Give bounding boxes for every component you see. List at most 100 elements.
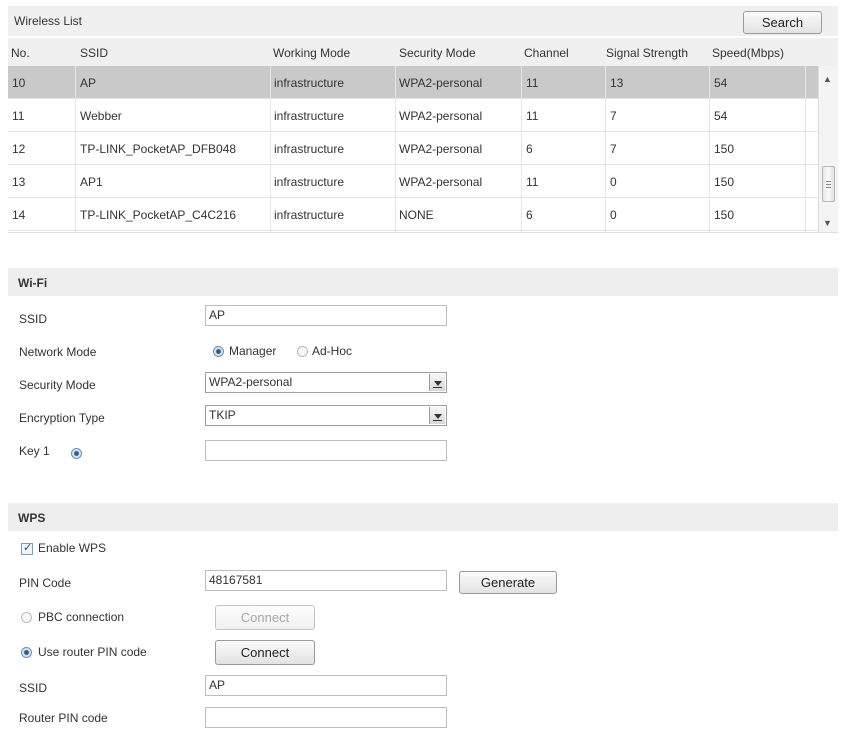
security-mode-value: WPA2-personal (209, 375, 293, 389)
ssid-label: SSID (19, 312, 48, 326)
column-header-working-mode[interactable]: Working Mode (273, 46, 350, 60)
cell-no: 13 (12, 175, 26, 189)
grip-line (826, 181, 831, 182)
cell-channel: 6 (526, 208, 533, 222)
security-mode-label: Security Mode (19, 378, 96, 392)
column-header-ssid[interactable]: SSID (80, 46, 108, 60)
manager-radio-label[interactable]: Manager (229, 344, 276, 358)
cell-ssid: AP (80, 76, 97, 90)
cell-security-mode: WPA2-personal (399, 76, 483, 90)
cell-channel: 11 (526, 109, 539, 123)
cell-security-mode: NONE (399, 208, 434, 222)
manager-radio[interactable] (213, 346, 224, 357)
cell-channel: 6 (526, 142, 533, 156)
adhoc-radio-label[interactable]: Ad-Hoc (312, 344, 352, 358)
cell-no: 10 (12, 76, 26, 90)
cell-working-mode: infrastructure (274, 208, 345, 222)
column-divider (75, 66, 76, 232)
router-pin-code-label: Router PIN code (19, 711, 108, 725)
cell-ssid: AP1 (80, 175, 103, 189)
table-row[interactable]: 10 AP infrastructure WPA2-personal 11 13… (8, 66, 821, 99)
table-row[interactable]: 13 AP1 infrastructure WPA2-personal 11 0… (8, 165, 821, 198)
cell-speed: 150 (714, 208, 735, 222)
column-divider (709, 66, 710, 232)
key1-label: Key 1 (19, 444, 50, 458)
ssid-input[interactable]: AP (205, 305, 447, 326)
column-header-speed[interactable]: Speed(Mbps) (712, 46, 784, 60)
cell-no: 12 (12, 142, 26, 156)
wifi-section-header: Wi-Fi (8, 268, 838, 296)
cell-channel: 11 (526, 175, 539, 189)
use-router-pin-label[interactable]: Use router PIN code (38, 645, 147, 659)
cell-ssid: TP-LINK_PocketAP_DFB048 (80, 142, 237, 156)
wireless-table: 10 AP infrastructure WPA2-personal 11 13… (8, 66, 838, 233)
scroll-up-icon[interactable]: ▲ (823, 74, 832, 84)
table-row[interactable]: 11 Webber infrastructure WPA2-personal 1… (8, 99, 821, 132)
cell-ssid: Webber (80, 109, 122, 123)
cell-speed: 150 (714, 142, 735, 156)
security-mode-select[interactable]: WPA2-personal (205, 372, 447, 393)
chevron-down-icon[interactable] (429, 374, 445, 391)
cell-signal: 0 (610, 175, 617, 189)
cell-signal: 13 (610, 76, 624, 90)
router-pin-connect-button[interactable]: Connect (215, 640, 315, 665)
cell-no: 14 (12, 208, 26, 222)
column-header-security-mode[interactable]: Security Mode (399, 46, 476, 60)
encryption-type-select[interactable]: TKIP (205, 405, 447, 426)
pin-code-label: PIN Code (19, 576, 72, 590)
chevron-down-icon[interactable] (429, 407, 445, 424)
cell-working-mode: infrastructure (274, 109, 345, 123)
cell-working-mode: infrastructure (274, 76, 345, 90)
pbc-connection-label[interactable]: PBC connection (38, 610, 124, 624)
wifi-section-title: Wi-Fi (18, 276, 48, 290)
scroll-thumb[interactable] (822, 166, 835, 202)
column-header-signal-strength[interactable]: Signal Strength (606, 46, 688, 60)
table-row[interactable]: 14 TP-LINK_PocketAP_C4C216 infrastructur… (8, 198, 821, 231)
adhoc-radio[interactable] (297, 346, 308, 357)
column-divider (805, 66, 806, 232)
network-mode-label: Network Mode (19, 345, 97, 359)
wps-section-title: WPS (18, 511, 46, 525)
column-divider (270, 66, 271, 232)
cell-speed: 54 (714, 109, 728, 123)
use-router-pin-radio[interactable] (21, 647, 32, 658)
cell-security-mode: WPA2-personal (399, 175, 483, 189)
cell-working-mode: infrastructure (274, 142, 345, 156)
encryption-type-value: TKIP (209, 408, 236, 422)
cell-speed: 54 (714, 76, 728, 90)
wireless-list-header (8, 6, 838, 36)
wps-section-header: WPS (8, 503, 838, 531)
cell-signal: 0 (610, 208, 617, 222)
table-row[interactable]: 12 TP-LINK_PocketAP_DFB048 infrastructur… (8, 132, 821, 165)
cell-channel: 11 (526, 76, 539, 90)
cell-no: 11 (12, 109, 25, 123)
grip-line (826, 187, 831, 188)
cell-security-mode: WPA2-personal (399, 142, 483, 156)
column-divider (395, 66, 396, 232)
cell-ssid: TP-LINK_PocketAP_C4C216 (80, 208, 237, 222)
encryption-type-label: Encryption Type (19, 411, 105, 425)
column-header-no[interactable]: No. (11, 46, 30, 60)
pbc-connect-button[interactable]: Connect (215, 605, 315, 630)
wireless-list-title: Wireless List (14, 14, 83, 28)
cell-speed: 150 (714, 175, 735, 189)
key1-radio[interactable] (71, 448, 82, 459)
pbc-connection-radio[interactable] (21, 612, 32, 623)
wps-ssid-label: SSID (19, 681, 48, 695)
column-header-channel[interactable]: Channel (524, 46, 569, 60)
grip-line (826, 184, 831, 185)
enable-wps-checkbox[interactable] (21, 541, 33, 555)
key1-input[interactable] (205, 440, 447, 461)
column-divider (605, 66, 606, 232)
search-button[interactable]: Search (743, 11, 822, 34)
router-pin-code-input[interactable] (205, 707, 447, 728)
scroll-down-icon[interactable]: ▼ (823, 218, 832, 228)
table-scrollbar[interactable]: ▲ ▼ (818, 66, 838, 232)
generate-button[interactable]: Generate (459, 571, 557, 594)
wps-ssid-input[interactable]: AP (205, 675, 447, 696)
cell-security-mode: WPA2-personal (399, 109, 483, 123)
cell-signal: 7 (610, 109, 617, 123)
enable-wps-label[interactable]: Enable WPS (38, 541, 106, 555)
cell-signal: 7 (610, 142, 617, 156)
pin-code-input[interactable]: 48167581 (205, 570, 447, 591)
